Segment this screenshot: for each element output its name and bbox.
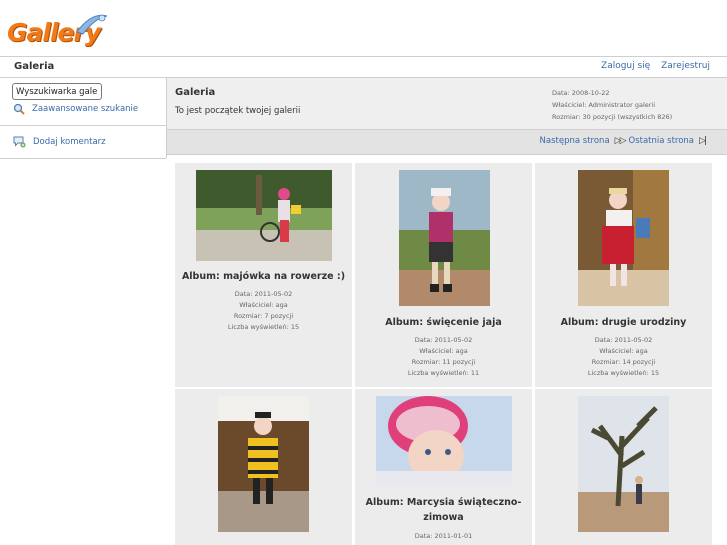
user-links: Zaloguj się Zarejestruj: [593, 61, 710, 71]
album-thumbnail[interactable]: [399, 170, 490, 306]
album-item[interactable]: Album: święcenie jaja Data: 2011-05-02 W…: [355, 163, 532, 387]
meta-size: Rozmiar: 11 pozycji: [411, 358, 476, 366]
meta-views: Liczba wyświetleń: 11: [407, 369, 480, 377]
album-item[interactable]: Album: Marcysia świąteczno-zimowa Data: …: [355, 389, 532, 545]
add-comment-label: Dodaj komentarz: [33, 137, 106, 147]
sidebar-divider: [0, 158, 166, 159]
search-input[interactable]: [12, 83, 102, 100]
album-meta: Data: 2011-05-02 Właściciel: aga Rozmiar…: [535, 335, 712, 379]
logo-swoosh-icon: [76, 14, 108, 35]
meta-date: Data: 2011-01-01: [414, 532, 473, 540]
album-meta-date: Data: 2008-10-22: [552, 89, 610, 97]
album-meta: Data: 2008-10-22 Właściciel: Administrat…: [552, 87, 672, 123]
album-thumbnail[interactable]: [376, 396, 512, 487]
album-title[interactable]: Album: drugie urodziny: [535, 315, 712, 330]
album-title[interactable]: Album: majówka na rowerze :): [175, 269, 352, 284]
add-comment-link[interactable]: Dodaj komentarz: [13, 136, 106, 148]
pager-bar: Następna strona ▷▷ Ostatnia strona ▷|: [167, 130, 727, 155]
search-icon: [13, 103, 25, 115]
album-meta: Data: 2011-05-02 Właściciel: aga Rozmiar…: [175, 289, 352, 333]
next-page-link[interactable]: Następna strona: [540, 136, 610, 146]
title-bar: Galeria Zaloguj się Zarejestruj: [0, 56, 727, 78]
album-title[interactable]: Album: Marcysia świąteczno-zimowa: [355, 495, 532, 525]
album-item[interactable]: Album: majówka na rowerze :) Data: 2011-…: [175, 163, 352, 387]
gallery-logo[interactable]: Gallery: [7, 10, 108, 52]
album-item[interactable]: [175, 389, 352, 545]
meta-owner: Właściciel: aga: [239, 301, 288, 309]
meta-owner: Właściciel: aga: [419, 347, 468, 355]
advanced-search-link[interactable]: Zaawansowane szukanie: [13, 103, 138, 115]
album-meta: Data: 2011-05-02 Właściciel: aga Rozmiar…: [355, 335, 532, 379]
next-page-icon[interactable]: ▷▷: [615, 136, 627, 146]
meta-date: Data: 2011-05-02: [594, 336, 653, 344]
login-link[interactable]: Zaloguj się: [601, 61, 650, 71]
album-item[interactable]: [535, 389, 712, 545]
sidebar: Zaawansowane szukanie Dodaj komentarz: [0, 78, 167, 159]
album-item[interactable]: Album: drugie urodziny Data: 2011-05-02 …: [535, 163, 712, 387]
meta-owner: Właściciel: aga: [599, 347, 648, 355]
sidebar-divider: [0, 125, 166, 126]
album-thumbnail[interactable]: [196, 170, 332, 261]
album-title: Galeria: [175, 87, 216, 98]
album-meta-owner: Właściciel: Administrator galerii: [552, 101, 656, 109]
album-thumbnail[interactable]: [578, 396, 669, 532]
album-description: To jest początek twojej galerii: [175, 106, 301, 116]
last-page-link[interactable]: Ostatnia strona: [629, 136, 695, 146]
breadcrumb[interactable]: Galeria: [14, 61, 54, 72]
meta-date: Data: 2011-05-02: [414, 336, 473, 344]
meta-size: Rozmiar: 7 pozycji: [233, 312, 294, 320]
meta-views: Liczba wyświetleń: 15: [227, 323, 300, 331]
meta-date: Data: 2011-05-02: [234, 290, 293, 298]
album-thumbnail[interactable]: [578, 170, 669, 306]
album-meta: Data: 2011-01-01: [355, 531, 532, 542]
last-page-icon[interactable]: ▷|: [699, 136, 707, 146]
register-link[interactable]: Zarejestruj: [661, 61, 710, 71]
album-info-panel: Galeria To jest początek twojej galerii …: [167, 78, 727, 130]
album-meta-size: Rozmiar: 30 pozycji (wszystkich 826): [552, 113, 673, 121]
advanced-search-label: Zaawansowane szukanie: [32, 104, 139, 114]
meta-size: Rozmiar: 14 pozycji: [591, 358, 656, 366]
comment-add-icon: [13, 136, 26, 148]
pager-links: Następna strona ▷▷ Ostatnia strona ▷|: [540, 136, 709, 146]
meta-views: Liczba wyświetleń: 15: [587, 369, 660, 377]
album-thumbnail[interactable]: [218, 396, 309, 532]
album-title[interactable]: Album: święcenie jaja: [355, 315, 532, 330]
